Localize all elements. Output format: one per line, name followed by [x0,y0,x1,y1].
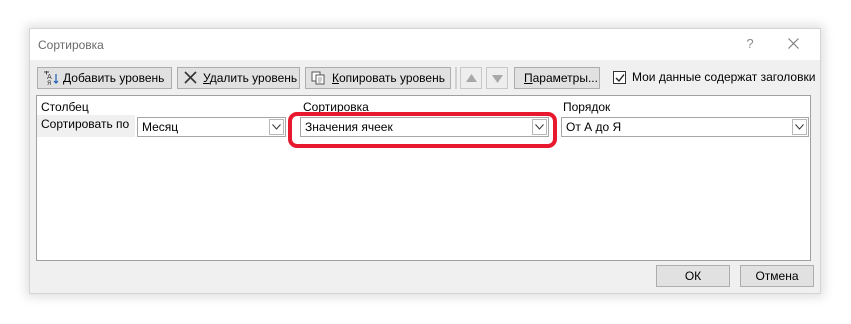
order-combobox[interactable]: От А до Я [561,117,809,137]
svg-text:Я: Я [47,80,51,85]
toolbar-separator [455,67,457,89]
cancel-button[interactable]: Отмена [740,265,814,287]
headers-checkbox[interactable] [613,71,626,84]
title-bar: Сортировка ? [30,29,820,60]
delete-icon [184,71,197,84]
options-button[interactable]: Параметры... [514,67,600,89]
add-level-icon: A Я [44,71,59,85]
headers-checkbox-label[interactable]: Мои данные содержат заголовки [632,70,815,84]
column-header: Столбец [41,100,89,114]
delete-level-button[interactable]: Удалить уровень [177,67,300,89]
options-label: Параметры... [524,71,598,85]
add-level-label: Добавить уровень [63,71,165,85]
triangle-down-icon [492,75,503,83]
move-up-button[interactable] [460,67,482,89]
copy-level-label: Копировать уровень [332,71,445,85]
add-level-button[interactable]: A Я Добавить уровень [37,67,172,89]
copy-icon [311,71,325,85]
close-icon [788,38,799,49]
check-icon [615,74,625,83]
delete-level-label: Удалить уровень [203,71,298,85]
sort-dialog: Сортировка ? A Я Добавить уровень Удалит… [29,28,821,294]
column-value: Месяц [142,120,179,134]
close-button[interactable] [782,33,806,55]
column-dropdown-button[interactable] [269,119,284,135]
move-down-button[interactable] [486,67,508,89]
ok-button[interactable]: ОК [656,265,730,287]
copy-level-button[interactable]: Копировать уровень [305,67,451,89]
order-header: Порядок [563,100,611,114]
sort-by-label[interactable]: Сортировать по [37,115,135,137]
highlight-annotation [288,112,557,148]
column-combobox[interactable]: Месяц [137,117,286,137]
triangle-up-icon [466,74,477,82]
chevron-down-icon [795,124,804,130]
order-value: От А до Я [566,120,622,134]
dialog-title: Сортировка [38,38,104,52]
help-button[interactable]: ? [738,33,762,55]
order-dropdown-button[interactable] [792,119,807,135]
chevron-down-icon [272,124,281,130]
